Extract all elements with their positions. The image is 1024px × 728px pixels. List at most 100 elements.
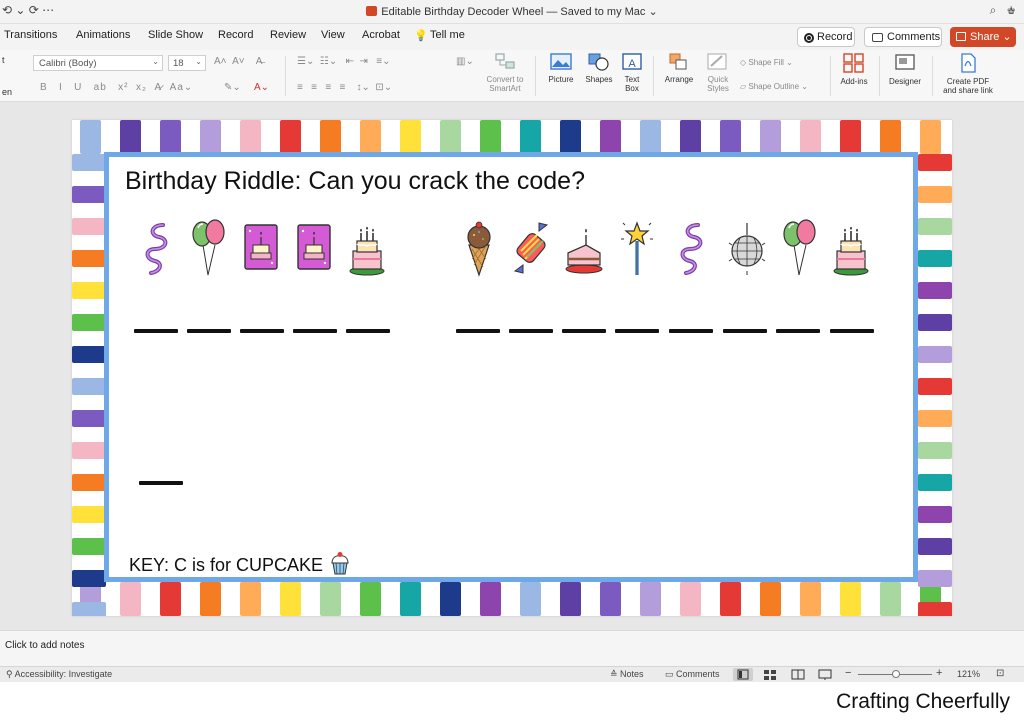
riddle-card[interactable]: Birthday Riddle: Can you crack the code?… [104,152,918,582]
save-status[interactable]: — Saved to my Mac [546,6,645,18]
share-button[interactable]: Share ⌄ [950,27,1016,47]
notes-toggle[interactable]: ≙ Notes [610,669,644,680]
add-ins-button[interactable]: Add-ins [836,52,872,86]
zoom-out-button[interactable]: − [845,667,851,679]
comments-button[interactable]: Comments [864,27,942,47]
tab-view[interactable]: View [321,29,345,41]
tell-me-search[interactable]: Tell me [430,29,465,41]
column-controls[interactable]: ▥⌄ [456,56,474,67]
normal-view-button[interactable] [733,668,753,681]
fit-to-window-icon[interactable]: ⊡ [996,668,1004,679]
answer-blank[interactable] [723,329,767,333]
paragraph-align-controls[interactable]: ≡ ≡ ≡ ≡ ↕⌄ ⊡⌄ [297,82,392,93]
shape-outline-button[interactable]: ▱ Shape Outline ⌄ [740,82,808,91]
birthday-cake-icon[interactable] [831,219,871,277]
record-button[interactable]: Record [797,27,855,47]
balloons-icon[interactable] [779,219,819,277]
list-controls[interactable]: ☰⌄ ☷⌄ ⇤ ⇥ ≡⌄ [297,56,390,67]
border-stripe [918,602,952,616]
accessibility-status[interactable]: ⚲ Accessibility: Investigate [6,669,112,680]
streamer-icon[interactable] [137,219,177,277]
slide-show-button[interactable] [815,668,835,681]
search-icon[interactable]: ⌕ ♚ [990,3,1016,18]
convert-to-smartart-button[interactable]: Convert to SmartArt [482,52,528,93]
answer-blank[interactable] [615,329,659,333]
designer-button[interactable]: Designer [884,52,926,86]
tab-acrobat[interactable]: Acrobat [362,29,400,41]
border-stripe [160,582,181,616]
font-name-select[interactable]: Calibri (Body) ⌄ [33,55,163,71]
designer-icon [895,54,915,70]
font-size-controls[interactable]: A˄ A˅ A̶ [214,56,262,67]
notes-pane[interactable]: Click to add notes [0,630,1024,666]
comments-button-label: Comments [887,31,941,43]
picture-button[interactable]: Picture [544,52,578,84]
answer-blank[interactable] [562,329,606,333]
border-stripe [880,582,901,616]
answer-blank[interactable] [509,329,553,333]
border-stripe [480,582,501,616]
answer-blank[interactable] [456,329,500,333]
shapes-button[interactable]: Shapes [582,52,616,84]
answer-blank[interactable] [669,329,713,333]
birthday-card-icon[interactable] [294,219,334,277]
candy-icon[interactable] [511,219,551,277]
comments-toggle[interactable]: ▭ Comments [665,669,720,680]
chevron-down-icon: ⌄ [152,57,159,66]
tab-animations[interactable]: Animations [76,29,130,41]
magic-wand-icon[interactable] [617,219,657,277]
ribbon-separator [535,56,536,96]
answer-blank[interactable] [187,329,231,333]
tab-slide-show[interactable]: Slide Show [148,29,203,41]
zoom-level[interactable]: 121% [957,669,980,679]
disco-ball-icon[interactable] [727,219,767,277]
border-stripe [918,378,952,395]
text-format-controls[interactable]: B I U ab x² x₂ A̷ Aa⌄ [40,82,193,93]
answer-blank[interactable] [346,329,390,333]
border-stripe [72,506,106,523]
slide-sorter-button[interactable] [760,668,780,681]
shape-fill-button[interactable]: ◇ Shape Fill ⌄ [740,58,793,67]
answer-blank[interactable] [293,329,337,333]
border-stripe [680,120,701,154]
border-stripe [360,582,381,616]
font-color-icon[interactable]: A⌄ [254,82,269,93]
key-text-box[interactable]: KEY: C is for CUPCAKE [129,551,351,580]
tab-review[interactable]: Review [270,29,306,41]
highlight-color-icon[interactable]: ✎⌄ [224,82,241,93]
ice-cream-cone-icon[interactable] [459,219,499,277]
title-bar: ⟲ ⌄ ⟳ ⋯ Editable Birthday Decoder Wheel … [0,0,1024,24]
reading-view-button[interactable] [788,668,808,681]
border-stripe [918,538,952,555]
tab-transitions[interactable]: Transitions [4,29,57,41]
create-pdf-button[interactable]: Create PDF and share link [938,52,998,95]
chevron-down-icon[interactable]: ⌄ [648,6,657,18]
stripe-border-bottom [72,582,952,616]
arrange-button[interactable]: Arrange [660,52,698,84]
ribbon-separator [879,56,880,96]
record-button-label: Record [817,31,853,43]
streamer-icon[interactable] [672,219,712,277]
answer-blank[interactable] [139,481,183,485]
tab-record[interactable]: Record [218,29,253,41]
balloons-icon[interactable] [188,219,228,277]
ribbon-separator [653,56,654,96]
answer-blank[interactable] [776,329,820,333]
birthday-cake-icon[interactable] [347,219,387,277]
text-box-button[interactable]: A Text Box [619,52,645,93]
birthday-card-icon[interactable] [241,219,281,277]
lightbulb-icon: 💡 [414,30,428,42]
border-stripe [918,250,952,267]
font-size-select[interactable]: 18 ⌄ [168,55,206,71]
zoom-in-button[interactable]: + [936,667,942,679]
answer-blank[interactable] [134,329,178,333]
answer-blank[interactable] [830,329,874,333]
border-stripe [918,346,952,363]
riddle-title[interactable]: Birthday Riddle: Can you crack the code? [125,167,585,196]
ribbon-separator [932,56,933,96]
zoom-slider-thumb[interactable] [892,670,900,678]
border-stripe [880,120,901,154]
answer-blank[interactable] [240,329,284,333]
quick-styles-button[interactable]: Quick Styles [702,52,734,93]
cake-slice-icon[interactable] [564,219,604,277]
